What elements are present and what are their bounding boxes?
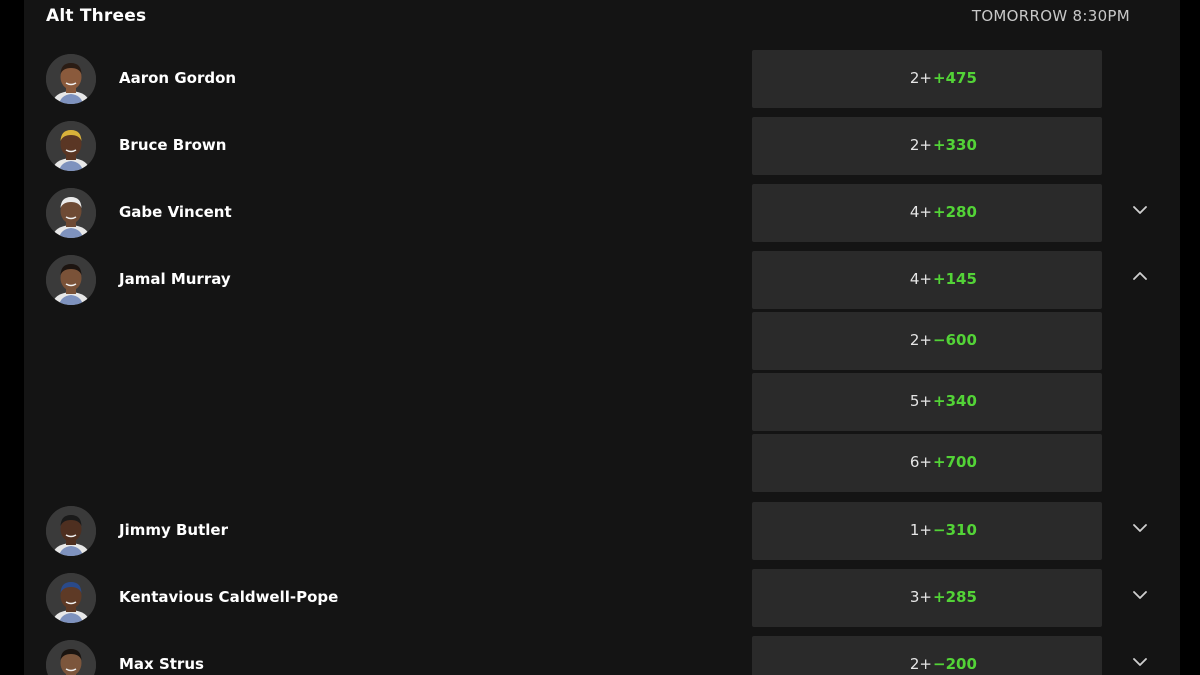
player-headshot-icon (46, 188, 96, 238)
odds-button[interactable]: 6+ +700 (752, 434, 1102, 492)
odds-button[interactable]: 4+ +280 (752, 184, 1102, 242)
chevron-down-icon[interactable] (1125, 646, 1155, 675)
player-name: Jimmy Butler (119, 521, 228, 539)
odds-price: +285 (933, 588, 977, 606)
odds-price: −200 (933, 655, 977, 673)
chevron-down-icon[interactable] (1125, 579, 1155, 609)
odds-line-label: 4+ (909, 203, 932, 221)
player-headshot-icon (46, 640, 96, 675)
chevron-up-icon[interactable] (1125, 261, 1155, 291)
chevron-down-icon[interactable] (1125, 512, 1155, 542)
odds-price: +145 (933, 270, 977, 288)
odds-line-label: 4+ (909, 270, 932, 288)
player-headshot-icon (46, 573, 96, 623)
alt-threes-panel: Alt Threes TOMORROW 8:30PM Aaron Gordon 2… (24, 0, 1180, 675)
odds-line-label: 5+ (909, 392, 932, 410)
odds-button[interactable]: 2+ +330 (752, 117, 1102, 175)
player-name: Kentavious Caldwell-Pope (119, 588, 339, 606)
odds-line-label: 2+ (909, 655, 932, 673)
player-name: Aaron Gordon (119, 69, 237, 87)
odds-price: +280 (933, 203, 977, 221)
game-time: TOMORROW 8:30PM (971, 7, 1130, 25)
odds-price: −600 (933, 331, 977, 349)
player-name: Bruce Brown (119, 136, 227, 154)
odds-line-label: 2+ (909, 136, 932, 154)
odds-line-label: 2+ (909, 331, 932, 349)
player-name: Max Strus (119, 655, 204, 673)
odds-price: +475 (933, 69, 977, 87)
odds-line-label: 1+ (909, 521, 932, 539)
section-title: Alt Threes (46, 6, 147, 26)
odds-price: −310 (933, 521, 977, 539)
odds-line-label: 2+ (909, 69, 932, 87)
odds-price: +700 (933, 453, 977, 471)
odds-button[interactable]: 2+ +475 (752, 50, 1102, 108)
odds-line-label: 3+ (909, 588, 932, 606)
player-name: Gabe Vincent (119, 203, 232, 221)
odds-button[interactable]: 1+ −310 (752, 502, 1102, 560)
odds-price: +330 (933, 136, 977, 154)
odds-button[interactable]: 5+ +340 (752, 373, 1102, 431)
chevron-down-icon[interactable] (1125, 194, 1155, 224)
player-name: Jamal Murray (119, 270, 231, 288)
odds-button[interactable]: 4+ +145 (752, 251, 1102, 309)
odds-price: +340 (933, 392, 977, 410)
odds-line-label: 6+ (909, 453, 932, 471)
player-headshot-icon (46, 506, 96, 556)
player-headshot-icon (46, 54, 96, 104)
odds-button[interactable]: 3+ +285 (752, 569, 1102, 627)
player-headshot-icon (46, 121, 96, 171)
player-headshot-icon (46, 255, 96, 305)
odds-button[interactable]: 2+ −600 (752, 312, 1102, 370)
odds-button[interactable]: 2+ −200 (752, 636, 1102, 675)
